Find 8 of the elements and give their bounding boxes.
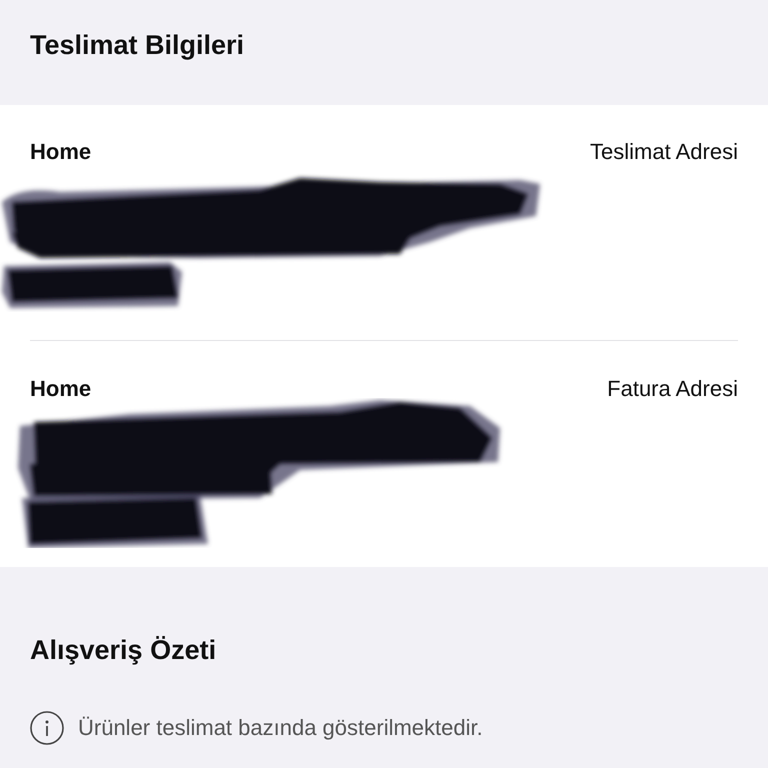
section-title: Teslimat Bilgileri [30,29,244,62]
info-icon [30,711,64,745]
section-title: Alışveriş Özeti [30,634,216,667]
address-name: Home [30,376,92,402]
info-text: Ürünler teslimat bazında gösterilmektedir. [78,715,483,741]
address-type-label: Teslimat Adresi [590,139,738,165]
address-type-label: Fatura Adresi [607,376,738,402]
address-name: Home [30,139,92,165]
